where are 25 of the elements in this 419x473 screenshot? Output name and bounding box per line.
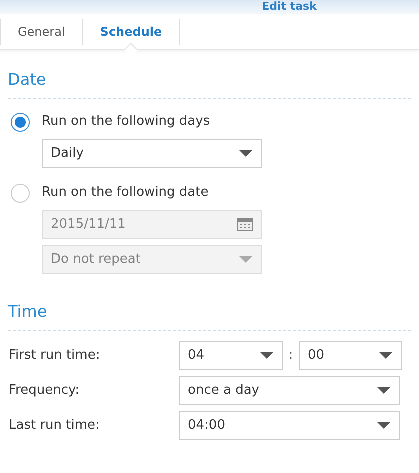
tab[interactable]: Schedule — [83, 18, 180, 44]
caret-icon — [377, 422, 391, 429]
caret-icon — [239, 256, 253, 263]
radio-label: Run on the following date — [42, 184, 209, 202]
radio-button[interactable] — [11, 184, 30, 202]
caret-icon — [379, 352, 393, 359]
section-heading: Time — [8, 300, 411, 331]
window-title: Edit task — [262, 0, 317, 14]
section-heading: Date — [8, 68, 411, 99]
caret-icon — [239, 150, 253, 157]
tab[interactable]: General — [0, 18, 84, 44]
time-separator: : — [288, 346, 294, 365]
caret-icon — [377, 387, 391, 394]
field-label: Frequency: — [9, 382, 81, 400]
radio-label: Run on the following days — [42, 113, 210, 132]
field-label: First run time: — [9, 346, 102, 365]
field-label: Last run time: — [9, 416, 101, 435]
dropdown[interactable]: Daily — [42, 139, 262, 168]
dropdown[interactable]: 04 — [179, 341, 283, 370]
caret-icon — [260, 352, 274, 359]
calendar-icon — [237, 218, 253, 231]
dropdown[interactable]: once a day — [179, 376, 400, 405]
radio-button[interactable] — [11, 112, 30, 132]
dropdown[interactable]: 04:00 — [179, 411, 400, 440]
dropdown[interactable]: 00 — [299, 341, 402, 370]
